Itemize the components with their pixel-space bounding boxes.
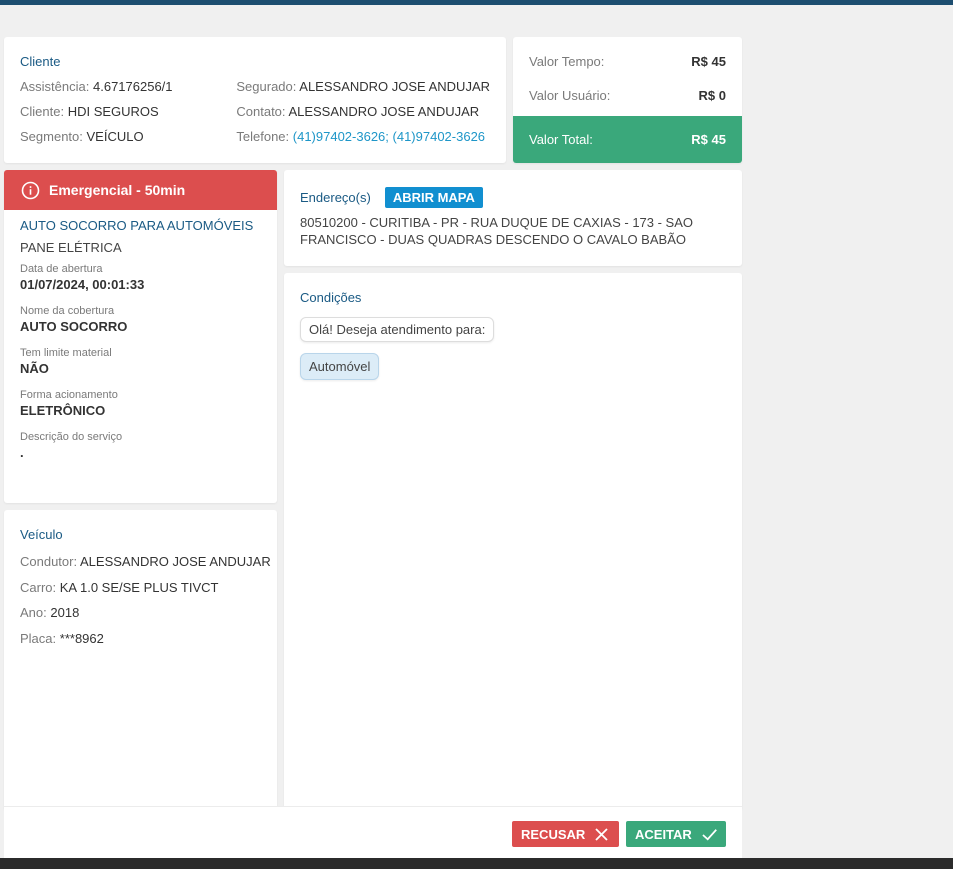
segmento-row: Segmento: VEÍCULO	[20, 129, 236, 154]
valor-tempo-row: Valor Tempo: R$ 45	[513, 44, 742, 78]
contato-row: Contato: ALESSANDRO JOSE ANDUJAR	[236, 104, 490, 129]
cliente-value: HDI SEGUROS	[67, 104, 159, 119]
field-label: Descrição do serviço	[20, 431, 123, 443]
placa-value: ***8962	[59, 631, 104, 647]
refuse-label: RECUSAR	[521, 826, 586, 842]
segurado-value: ALESSANDRO JOSE ANDUJAR	[299, 79, 490, 94]
field-value: ELETRÔNICO	[20, 403, 106, 418]
action-footer: RECUSAR ACEITAR	[4, 806, 742, 858]
carro-value: KA 1.0 SE/SE PLUS TIVCT	[59, 579, 219, 595]
segmento-value: VEÍCULO	[86, 129, 144, 144]
valor-tempo-value: R$ 45	[691, 53, 726, 69]
condutor-label: Condutor:	[20, 554, 78, 569]
conditions-title: Condições	[300, 290, 362, 305]
cliente-label: Cliente:	[20, 104, 65, 119]
field-data-abertura: Data de abertura 01/07/2024, 00:01:33	[20, 262, 261, 294]
client-title: Cliente	[20, 54, 61, 69]
telefone-row: Telefone: (41)97402-3626; (41)97402-3626	[236, 129, 490, 154]
field-value: NÃO	[20, 361, 49, 376]
carro-row: Carro: KA 1.0 SE/SE PLUS TIVCT	[20, 580, 261, 606]
placa-label: Placa:	[20, 631, 57, 647]
field-limite-material: Tem limite material NÃO	[20, 346, 261, 378]
field-label: Tem limite material	[20, 347, 112, 359]
field-label: Forma acionamento	[20, 389, 118, 401]
accept-label: ACEITAR	[635, 826, 692, 842]
condutor-row: Condutor: ALESSANDRO JOSE ANDUJAR	[20, 554, 271, 580]
service-subtitle: PANE ELÉTRICA	[20, 240, 122, 255]
address-title: Endereço(s)	[300, 190, 371, 205]
contato-value: ALESSANDRO JOSE ANDUJAR	[288, 104, 480, 119]
telefone-link[interactable]: (41)97402-3626; (41)97402-3626	[293, 129, 485, 144]
cliente-row: Cliente: HDI SEGUROS	[20, 104, 236, 129]
field-forma-acionamento: Forma acionamento ELETRÔNICO	[20, 388, 261, 420]
valor-usuario-row: Valor Usuário: R$ 0	[513, 78, 742, 112]
assistencia-row: Assistência: 4.67176256/1	[20, 79, 236, 104]
open-map-button[interactable]: ABRIR MAPA	[384, 187, 483, 208]
field-label: Data de abertura	[20, 263, 103, 275]
valor-total-value: R$ 45	[691, 132, 726, 147]
valor-total-label: Valor Total:	[529, 132, 593, 147]
carro-label: Carro:	[20, 579, 57, 595]
valor-total-row: Valor Total: R$ 45	[513, 116, 742, 163]
bottom-bar	[0, 858, 953, 869]
priority-label: Emergencial - 50min	[49, 182, 186, 198]
priority-banner: Emergencial - 50min	[4, 170, 277, 210]
address-text: 80510200 - CURITIBA - PR - RUA DUQUE DE …	[300, 215, 694, 247]
field-label: Nome da cobertura	[20, 305, 115, 317]
vehicle-card: Veículo Condutor: ALESSANDRO JOSE ANDUJA…	[4, 510, 277, 810]
answer-option-automovel[interactable]: Automóvel	[300, 353, 380, 380]
segurado-label: Segurado:	[236, 79, 297, 94]
field-value: AUTO SOCORRO	[20, 319, 128, 334]
valor-tempo-label: Valor Tempo:	[529, 53, 605, 69]
values-card: Valor Tempo: R$ 45 Valor Usuário: R$ 0 V…	[513, 37, 742, 163]
check-icon	[702, 828, 717, 840]
assistencia-label: Assistência:	[20, 79, 90, 94]
ano-value: 2018	[50, 605, 80, 621]
telefone-label: Telefone:	[236, 129, 290, 144]
info-circle-icon	[21, 181, 40, 200]
valor-usuario-value: R$ 0	[698, 87, 726, 103]
segurado-row: Segurado: ALESSANDRO JOSE ANDUJAR	[236, 79, 490, 104]
contato-label: Contato:	[236, 104, 286, 119]
close-icon	[595, 827, 608, 841]
field-descricao-servico: Descrição do serviço .	[20, 430, 261, 462]
accept-button[interactable]: ACEITAR	[626, 821, 726, 847]
segmento-label: Segmento:	[20, 129, 83, 144]
vehicle-title: Veículo	[20, 527, 63, 542]
field-nome-cobertura: Nome da cobertura AUTO SOCORRO	[20, 304, 261, 336]
client-card: Cliente Assistência: 4.67176256/1 Client…	[4, 37, 506, 163]
field-value: 01/07/2024, 00:01:33	[20, 277, 145, 292]
service-card: Emergencial - 50min AUTO SOCORRO PARA AU…	[4, 170, 277, 503]
field-value: .	[20, 445, 24, 460]
top-accent-bar	[0, 0, 953, 5]
refuse-button[interactable]: RECUSAR	[512, 821, 619, 847]
service-title: AUTO SOCORRO PARA AUTOMÓVEIS	[20, 218, 254, 233]
placa-row: Placa: ***8962	[20, 631, 261, 657]
question-bubble: Olá! Deseja atendimento para:	[300, 317, 495, 342]
assistencia-value: 4.67176256/1	[93, 79, 173, 94]
conditions-card: Condições Olá! Deseja atendimento para: …	[284, 273, 742, 810]
valor-usuario-label: Valor Usuário:	[529, 87, 611, 103]
condutor-value: ALESSANDRO JOSE ANDUJAR	[80, 554, 271, 569]
ano-label: Ano:	[20, 605, 47, 621]
ano-row: Ano: 2018	[20, 605, 261, 631]
address-card: Endereço(s) ABRIR MAPA 80510200 - CURITI…	[284, 170, 742, 266]
